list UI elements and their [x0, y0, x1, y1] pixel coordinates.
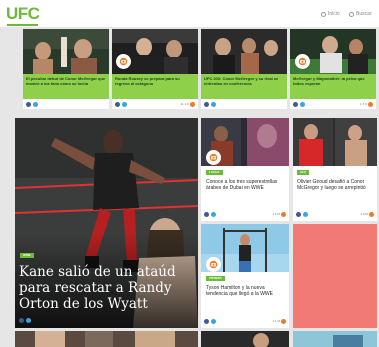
top-card-3-caption-bar: UFC 200: Conor McGregor y su rival se en… [201, 74, 287, 99]
nav-link-home-label: Inicio [328, 11, 340, 17]
top-card-4-caption: McGregor y Mayweather: la pelea que todo… [293, 76, 365, 86]
comment-icon [281, 318, 286, 324]
home-icon [321, 11, 326, 17]
mid-card-1-share-count: 1.6 M [272, 211, 286, 217]
facebook-icon[interactable] [204, 211, 209, 217]
mid-card-3-camera-badge [206, 257, 221, 272]
mid-card-3-title[interactable]: Tyson Hamilton y la nueva tendencia que … [206, 285, 285, 297]
mid-card-3-tag[interactable]: FITNESS [206, 276, 225, 281]
top-card-2-caption-bar: Ronda Rousey se prepara para su regreso … [112, 74, 198, 99]
bottom-card-1-photo [15, 331, 198, 347]
mid-card-2-tag[interactable]: UFC [297, 170, 310, 175]
mid-card-1-footer: 1.6 M [204, 211, 286, 217]
nav-link-search-label: Buscar [356, 11, 372, 17]
feature-footer [19, 317, 59, 323]
mid-article-card-1[interactable]: LUCHA Conoce a los tres superestrellas á… [201, 118, 289, 221]
comment-icon [368, 101, 373, 107]
camera-icon [119, 57, 128, 66]
top-card-3-photo [201, 29, 287, 74]
camera-icon [209, 153, 218, 162]
twitter-icon[interactable] [211, 211, 216, 217]
top-card-4-caption-bar: McGregor y Mayweather: la pelea que todo… [290, 74, 376, 99]
nav-link-home[interactable]: Inicio [321, 11, 340, 17]
mid-card-2-footer: 1.0 M [296, 211, 374, 217]
top-article-card-2[interactable]: Ronda Rousey se prepara para su regreso … [112, 29, 198, 109]
top-card-1-photo [23, 29, 109, 74]
coral-promo-block[interactable] [293, 224, 377, 328]
search-icon [349, 11, 354, 17]
mid-card-2-share-count: 1.0 M [360, 211, 374, 217]
top-card-2-share-count: 11.1 K [181, 101, 195, 107]
top-card-1-caption-bar: El peculiar debut de Conor McGregor que … [23, 74, 109, 99]
mid-card-1-tag[interactable]: LUCHA [206, 170, 223, 175]
top-article-card-3[interactable]: UFC 200: Conor McGregor y su rival se en… [201, 29, 287, 109]
mid-card-1-title[interactable]: Conoce a los tres superestrellas árabes … [206, 179, 285, 191]
comment-icon [369, 211, 374, 217]
mid-article-card-2[interactable]: UFC Olivier Giroud desafió a Conor McGre… [293, 118, 377, 221]
feature-tag[interactable]: WWE [20, 253, 34, 258]
top-card-4-camera-badge [295, 54, 310, 69]
comment-icon [190, 101, 195, 107]
bottom-card-3-photo [293, 331, 377, 347]
mid-article-card-3[interactable]: FITNESS Tyson Hamilton y la nueva tenden… [201, 224, 289, 328]
bottom-article-card-2[interactable] [201, 331, 289, 347]
twitter-icon[interactable] [122, 101, 127, 107]
top-card-2-camera-badge [116, 54, 131, 69]
twitter-icon[interactable] [26, 317, 31, 323]
facebook-icon[interactable] [296, 211, 301, 217]
mid-card-3-footer: 1.1 M [204, 318, 286, 324]
top-card-1-footer [26, 101, 106, 107]
twitter-icon[interactable] [303, 211, 308, 217]
bottom-article-card-1[interactable] [15, 331, 198, 347]
twitter-icon[interactable] [300, 101, 305, 107]
top-article-card-4[interactable]: McGregor y Mayweather: la pelea que todo… [290, 29, 376, 109]
facebook-icon[interactable] [19, 317, 24, 323]
bottom-card-2-photo [201, 331, 289, 347]
top-card-2-footer: 11.1 K [115, 101, 195, 107]
mid-card-3-share-count: 1.1 M [272, 318, 286, 324]
top-card-3-caption: UFC 200: Conor McGregor y su rival se en… [204, 76, 279, 86]
feature-title[interactable]: Kane salió de un ataúd para rescatar a R… [19, 264, 194, 312]
top-article-card-1[interactable]: El peculiar debut de Conor McGregor que … [23, 29, 109, 109]
twitter-icon[interactable] [211, 318, 216, 324]
camera-icon [209, 260, 218, 269]
nav-link-search[interactable]: Buscar [349, 11, 372, 17]
facebook-icon[interactable] [204, 318, 209, 324]
mid-card-2-title[interactable]: Olivier Giroud desafió a Conor McGregor … [297, 179, 373, 191]
mid-card-1-camera-badge [206, 150, 221, 165]
bottom-article-card-3[interactable] [293, 331, 377, 347]
top-card-2-caption: Ronda Rousey se prepara para su regreso … [115, 76, 180, 86]
site-header: UFC Inicio Buscar [0, 0, 379, 27]
facebook-icon[interactable] [115, 101, 120, 107]
top-card-4-share-count: 1.7 K [360, 101, 373, 107]
top-card-3-footer [204, 101, 284, 107]
comment-icon [281, 211, 286, 217]
top-card-4-footer: 1.7 K [293, 101, 373, 107]
top-card-1-caption: El peculiar debut de Conor McGregor que … [26, 76, 106, 86]
facebook-icon[interactable] [204, 101, 209, 107]
facebook-icon[interactable] [293, 101, 298, 107]
twitter-icon[interactable] [211, 101, 216, 107]
twitter-icon[interactable] [33, 101, 38, 107]
facebook-icon[interactable] [26, 101, 31, 107]
camera-icon [298, 57, 307, 66]
mid-card-2-photo [293, 118, 377, 166]
ufc-logo[interactable]: UFC [6, 4, 40, 26]
